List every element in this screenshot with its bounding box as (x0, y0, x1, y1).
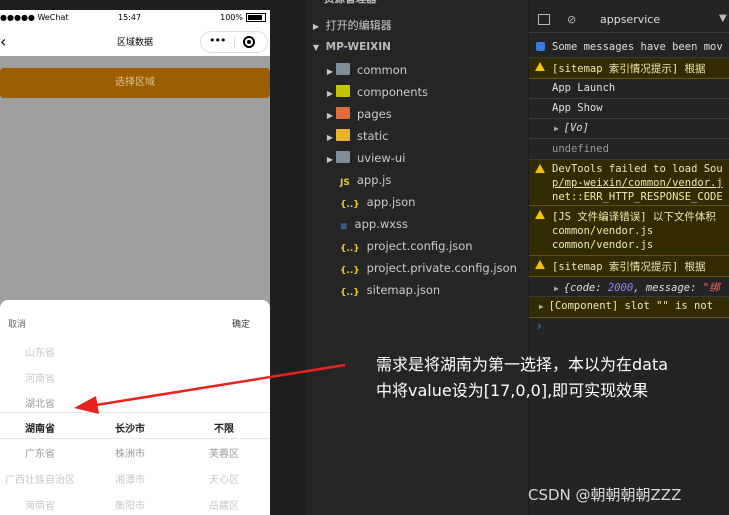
watermark: CSDN @朝朝朝朝ZZZ (528, 486, 682, 504)
annotation-line-1: 需求是将湖南为第一选择，本以为在data (376, 355, 669, 374)
annotation-line-2: 中将value设为[17,0,0],即可实现效果 (376, 381, 649, 400)
arrow-line (89, 363, 346, 408)
annotation-text: 需求是将湖南为第一选择，本以为在data 中将value设为[17,0,0],即… (376, 352, 726, 404)
arrow-head (74, 396, 99, 414)
annotation-arrow (74, 363, 346, 414)
